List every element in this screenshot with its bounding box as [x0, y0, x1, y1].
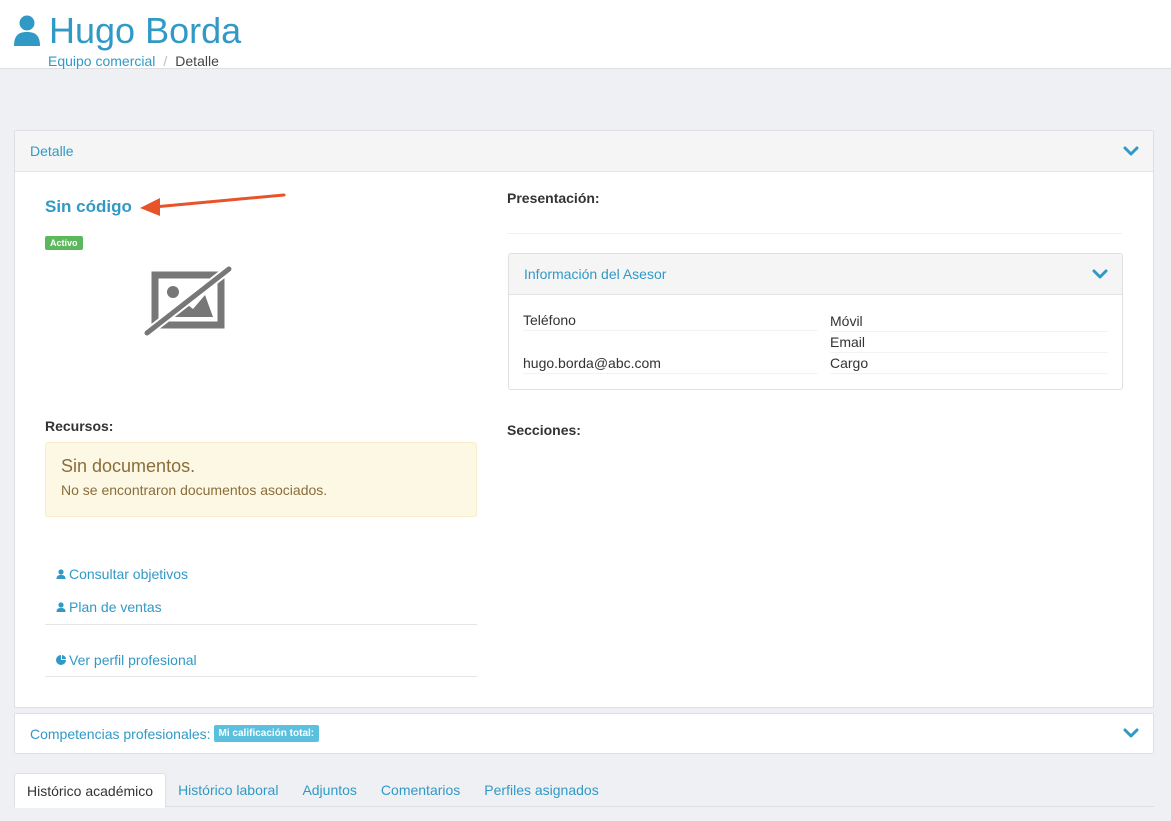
sales-plan-link[interactable]: Plan de ventas: [45, 590, 477, 623]
advisor-info-body: Teléfono Móvil Email hugo.borda@abc.com …: [509, 295, 1122, 389]
code-link[interactable]: Sin código: [45, 197, 132, 217]
alert-title: Sin documentos.: [61, 456, 196, 476]
history-tabs: Histórico académico Histórico laboral Ad…: [14, 773, 1154, 808]
phone-label: Teléfono: [523, 310, 818, 331]
annotation-arrow-icon: [140, 193, 286, 216]
resource-links: Consultar objetivos Plan de ventas Ver p…: [45, 557, 477, 677]
tab-comments[interactable]: Comentarios: [369, 773, 472, 807]
mobile-label: Móvil: [830, 311, 1108, 332]
link-label: Consultar objetivos: [69, 565, 189, 582]
breadcrumb-parent-link[interactable]: Equipo comercial: [48, 53, 155, 69]
detail-panel-heading[interactable]: Detalle: [15, 131, 1153, 172]
email-value: hugo.borda@abc.com: [523, 353, 818, 374]
total-rating-badge: Mi calificación total:: [213, 725, 320, 742]
consult-objectives-link[interactable]: Consultar objetivos: [45, 557, 477, 590]
email-label: Email: [830, 332, 1108, 353]
competencies-label: Competencias profesionales:: [30, 725, 211, 742]
breadcrumb: Equipo comercial / Detalle: [48, 53, 219, 69]
tab-work-history[interactable]: Histórico laboral: [166, 773, 290, 807]
position-label: Cargo: [830, 353, 1108, 374]
user-icon: [56, 568, 66, 579]
chevron-down-icon[interactable]: [1123, 144, 1139, 158]
tab-attachments[interactable]: Adjuntos: [290, 773, 368, 807]
resources-label: Recursos:: [45, 418, 114, 434]
user-icon: [14, 15, 40, 46]
user-icon: [56, 601, 66, 612]
competencies-heading[interactable]: Competencias profesionales: Mi calificac…: [15, 714, 1153, 753]
no-image-icon: [144, 265, 232, 337]
advisor-info-title: Información del Asesor: [524, 266, 667, 282]
breadcrumb-current: Detalle: [175, 53, 219, 69]
presentation-label: Presentación:: [507, 190, 600, 206]
link-label: Plan de ventas: [69, 598, 162, 615]
link-label: Ver perfil profesional: [69, 651, 197, 668]
detail-panel: Detalle Sin código Activo Recursos: Sin …: [14, 130, 1154, 708]
no-documents-alert: Sin documentos. No se encontraron docume…: [45, 442, 477, 517]
page-header: Hugo Borda Equipo comercial / Detalle: [0, 0, 1171, 69]
tab-assigned-profiles[interactable]: Perfiles asignados: [472, 773, 610, 807]
chevron-down-icon[interactable]: [1092, 267, 1108, 281]
competencies-panel: Competencias profesionales: Mi calificac…: [14, 713, 1154, 754]
professional-profile-link[interactable]: Ver perfil profesional: [45, 643, 477, 676]
detail-panel-title: Detalle: [30, 143, 74, 159]
breadcrumb-separator: /: [163, 53, 168, 69]
page-title-group: Hugo Borda: [14, 10, 241, 52]
page-title: Hugo Borda: [49, 10, 242, 51]
sections-label: Secciones:: [507, 422, 581, 438]
divider: [45, 676, 477, 677]
advisor-info-heading[interactable]: Información del Asesor: [509, 254, 1122, 295]
tab-academic-history[interactable]: Histórico académico: [14, 773, 167, 808]
alert-text: No se encontraron documentos asociados.: [61, 482, 328, 498]
presentation-divider: [507, 233, 1122, 234]
pie-chart-icon: [56, 654, 66, 665]
status-badge: Activo: [45, 236, 83, 250]
divider: [45, 624, 477, 625]
chevron-down-icon[interactable]: [1123, 726, 1139, 740]
advisor-info-panel: Información del Asesor Teléfono Móvil Em…: [508, 253, 1123, 390]
